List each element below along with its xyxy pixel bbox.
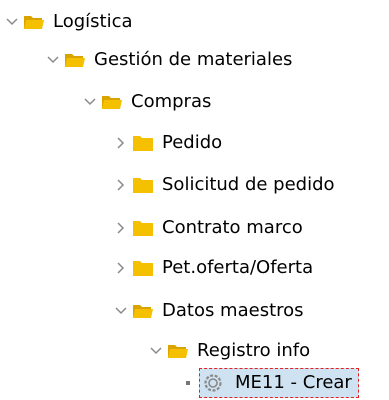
tree-node-label: Pedido	[162, 132, 223, 153]
folder-closed-icon	[132, 218, 154, 238]
chevron-down-icon[interactable]	[45, 43, 61, 77]
tree-node-label: Datos maestros	[162, 300, 304, 321]
tree-node-me11-crear[interactable]: ME11 - Crear	[180, 366, 359, 400]
folder-closed-icon	[132, 175, 154, 195]
tree-node-registro-info[interactable]: Registro info	[148, 334, 310, 368]
folder-open-icon	[23, 12, 45, 32]
tree-node-logistica[interactable]: Logística	[4, 5, 133, 39]
tree-node-solicitud-de-pedido[interactable]: Solicitud de pedido	[113, 168, 335, 202]
tree-node-label: Compras	[131, 91, 212, 112]
tree-node-label: Logística	[53, 11, 133, 32]
folder-open-icon	[101, 92, 123, 112]
folder-closed-icon	[132, 258, 154, 278]
tree-node-label: ME11 - Crear	[235, 372, 352, 393]
chevron-down-icon[interactable]	[82, 85, 98, 119]
tree-node-label: Registro info	[197, 340, 311, 361]
leaf-bullet-icon	[180, 366, 196, 400]
tree-node-label: Contrato marco	[162, 217, 303, 238]
tree-node-compras[interactable]: Compras	[82, 85, 211, 119]
folder-closed-icon	[132, 133, 154, 153]
tree-node-gestion-de-materiales[interactable]: Gestión de materiales	[45, 43, 292, 77]
folder-open-icon	[167, 341, 189, 361]
tree-node-contrato-marco[interactable]: Contrato marco	[113, 211, 303, 245]
folder-open-icon	[132, 301, 154, 321]
chevron-right-icon[interactable]	[113, 211, 129, 245]
transaction-gear-icon	[203, 373, 225, 393]
tree-node-pet-oferta[interactable]: Pet.oferta/Oferta	[113, 251, 313, 285]
tree-node-pedido[interactable]: Pedido	[113, 126, 222, 160]
tree-node-label: Gestión de materiales	[94, 49, 293, 70]
chevron-down-icon[interactable]	[148, 334, 164, 368]
chevron-down-icon[interactable]	[113, 294, 129, 328]
chevron-right-icon[interactable]	[113, 251, 129, 285]
tree-node-label: Solicitud de pedido	[162, 174, 335, 195]
chevron-right-icon[interactable]	[113, 126, 129, 160]
chevron-right-icon[interactable]	[113, 168, 129, 202]
selected-node-highlight[interactable]: ME11 - Crear	[199, 368, 359, 398]
tree-node-label: Pet.oferta/Oferta	[162, 257, 314, 278]
tree-node-datos-maestros[interactable]: Datos maestros	[113, 294, 304, 328]
folder-open-icon	[64, 50, 86, 70]
chevron-down-icon[interactable]	[4, 5, 20, 39]
navigation-tree: Logística Gestión de materiales Compras …	[0, 0, 389, 400]
